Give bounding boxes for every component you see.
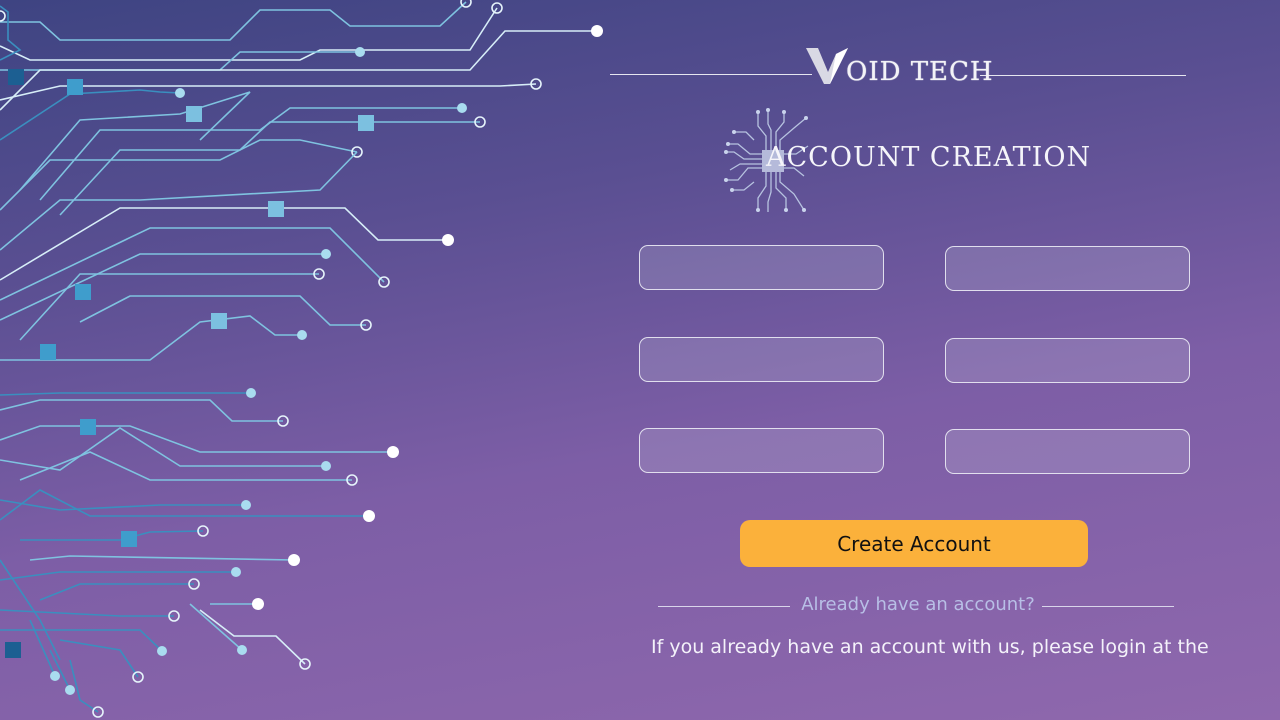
circuit-pad xyxy=(80,419,96,435)
brand-name: OID TECH xyxy=(846,57,994,87)
circuit-trace xyxy=(0,392,251,396)
circuit-trace xyxy=(0,499,246,511)
circuit-pad xyxy=(75,284,91,300)
divider-line-right xyxy=(1042,606,1174,607)
circuit-node xyxy=(65,685,75,695)
circuit-decoration xyxy=(0,0,603,718)
circuit-trace xyxy=(0,1,467,41)
circuit-node xyxy=(241,500,251,510)
circuit-node xyxy=(175,88,185,98)
circuit-node xyxy=(231,567,241,577)
circuit-node xyxy=(363,510,375,522)
circuit-node xyxy=(288,554,300,566)
form-field-3[interactable] xyxy=(639,337,884,382)
circuit-pad xyxy=(67,79,83,95)
brand-logo: OID TECH xyxy=(806,42,994,86)
form-field-6[interactable] xyxy=(945,429,1190,474)
brand-line-left xyxy=(610,74,812,75)
circuit-trace xyxy=(0,399,283,422)
circuit-node xyxy=(387,446,399,458)
brand-line-right xyxy=(980,75,1186,76)
circuit-trace xyxy=(20,530,204,541)
circuit-node xyxy=(460,0,472,8)
circuit-trace xyxy=(199,609,306,665)
circuit-trace xyxy=(0,609,174,617)
create-account-button[interactable]: Create Account xyxy=(740,520,1088,567)
circuit-pad xyxy=(358,115,374,131)
circuit-trace xyxy=(69,659,99,713)
circuit-pad xyxy=(40,344,56,360)
circuit-trace xyxy=(0,427,326,471)
circuit-node xyxy=(591,25,603,37)
form-field-4[interactable] xyxy=(945,338,1190,383)
circuit-node xyxy=(50,671,60,681)
circuit-node xyxy=(297,330,307,340)
circuit-node xyxy=(237,645,247,655)
circuit-trace xyxy=(0,5,22,61)
circuit-trace xyxy=(0,151,358,251)
circuit-trace xyxy=(19,273,319,341)
circuit-trace xyxy=(0,629,163,652)
circuit-node xyxy=(157,646,167,656)
circuit-trace xyxy=(59,639,139,678)
circuit-node xyxy=(321,249,331,259)
circuit-pad xyxy=(186,106,202,122)
already-have-account-text: Already have an account? xyxy=(801,594,1035,615)
v-logo-icon xyxy=(806,46,850,86)
circuit-node xyxy=(355,47,365,57)
section-title: ACCOUNT CREATION xyxy=(766,142,1092,173)
circuit-pad xyxy=(121,531,137,547)
circuit-pad xyxy=(8,69,24,85)
circuit-trace xyxy=(39,583,194,601)
circuit-trace xyxy=(0,253,326,321)
circuit-trace xyxy=(0,30,597,111)
login-note: If you already have an account with us, … xyxy=(651,636,1209,658)
circuit-trace xyxy=(29,619,56,677)
circuit-node xyxy=(0,10,6,22)
circuit-node xyxy=(457,103,467,113)
divider-line-left xyxy=(658,606,790,607)
form-field-2[interactable] xyxy=(945,246,1190,291)
circuit-trace xyxy=(0,51,360,71)
circuit-node xyxy=(442,234,454,246)
circuit-pad xyxy=(268,201,284,217)
circuit-trace xyxy=(189,603,243,651)
form-field-1[interactable] xyxy=(639,245,884,290)
circuit-trace xyxy=(0,227,385,301)
circuit-trace xyxy=(19,91,251,191)
circuit-node xyxy=(321,461,331,471)
circuit-trace xyxy=(29,555,295,561)
circuit-trace xyxy=(0,571,236,581)
circuit-trace xyxy=(0,425,393,453)
circuit-pad xyxy=(5,642,21,658)
circuit-node xyxy=(246,388,256,398)
form-field-5[interactable] xyxy=(639,428,884,473)
circuit-pad xyxy=(211,313,227,329)
circuit-node xyxy=(252,598,264,610)
circuit-trace xyxy=(0,207,448,281)
